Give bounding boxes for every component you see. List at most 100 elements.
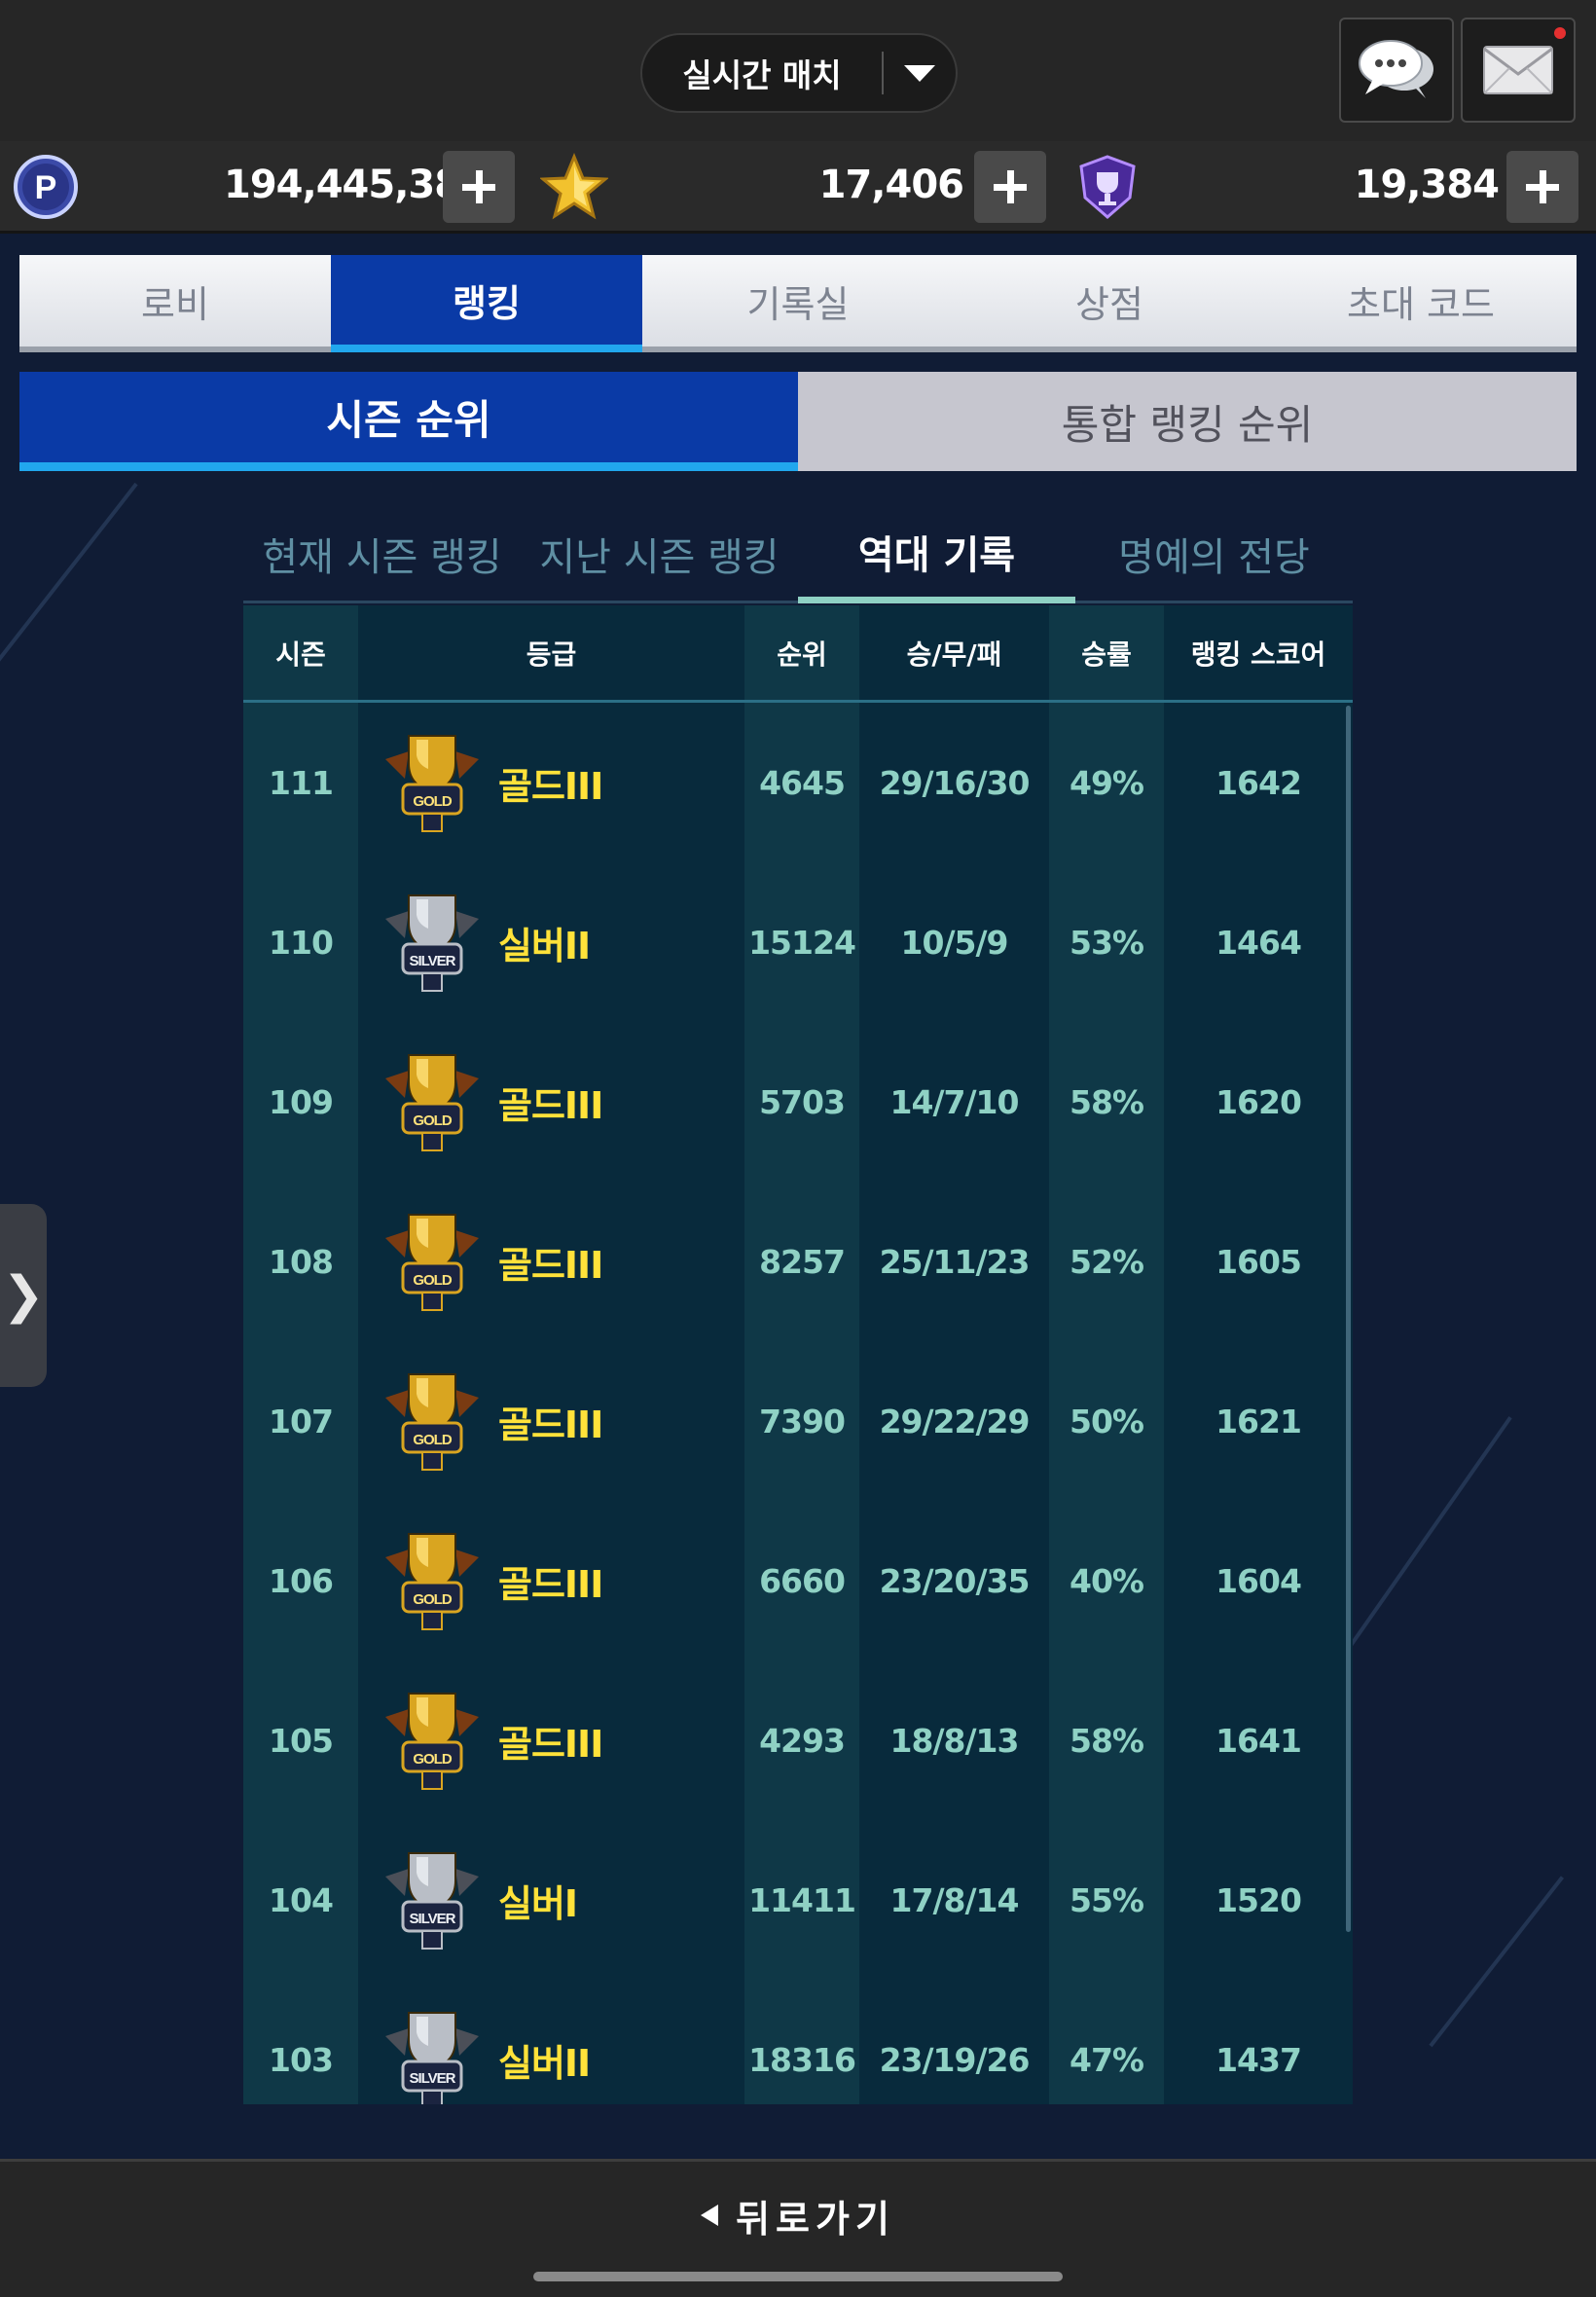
table-row[interactable]: 110 SILVER 실버II 15124 10/5/9 53% 1464	[243, 862, 1353, 1022]
win-draw-loss-cell: 10/5/9	[859, 862, 1049, 1022]
table-scrollbar[interactable]	[1346, 706, 1351, 1932]
add-trophy-button[interactable]	[1506, 151, 1578, 223]
rank-cell: 4645	[744, 703, 859, 862]
rank-cell: 8257	[744, 1182, 859, 1341]
rank-cell: 18316	[744, 1980, 859, 2104]
table-row[interactable]: 104 SILVER 실버I 11411 17/8/14 55% 1520	[243, 1820, 1353, 1980]
tier-badge-icon: GOLD	[380, 1049, 485, 1154]
record-tab[interactable]: 명예의 전당	[1075, 506, 1353, 601]
season-cell: 111	[243, 703, 358, 862]
win-rate-cell: 53%	[1049, 862, 1164, 1022]
svg-text:SILVER: SILVER	[409, 953, 455, 969]
tier-badge-icon: GOLD	[380, 1528, 485, 1633]
win-rate-cell: 50%	[1049, 1341, 1164, 1501]
header-season: 시즌	[243, 605, 358, 700]
win-rate-cell: 40%	[1049, 1501, 1164, 1660]
coin-amount: 194,445,382	[224, 163, 488, 207]
tier-badge-icon: GOLD	[380, 1209, 485, 1314]
table-row[interactable]: 109 GOLD 골드III 5703 14/7/10 58% 1620	[243, 1022, 1353, 1182]
win-draw-loss-cell: 17/8/14	[859, 1820, 1049, 1980]
ranking-score-cell: 1604	[1164, 1501, 1353, 1660]
match-mode-dropdown[interactable]: 실시간 매치	[640, 33, 958, 113]
table-row[interactable]: 107 GOLD 골드III 7390 29/22/29 50% 1621	[243, 1341, 1353, 1501]
header-grade: 등급	[358, 605, 744, 700]
table-body: 111 GOLD 골드III 4645 29/16/30 49% 1642 110 SILVER…	[243, 703, 1353, 2104]
grade-cell: SILVER 실버II	[358, 862, 744, 1022]
ranking-score-cell: 1437	[1164, 1980, 1353, 2104]
svg-text:GOLD: GOLD	[413, 1112, 452, 1129]
notification-dot	[1554, 27, 1566, 39]
main-tab[interactable]: 상점	[954, 255, 1265, 346]
table-row[interactable]: 106 GOLD 골드III 6660 23/20/35 40% 1604	[243, 1501, 1353, 1660]
add-star-button[interactable]	[974, 151, 1046, 223]
ranking-score-cell: 1641	[1164, 1660, 1353, 1820]
background-streak	[1429, 1876, 1565, 2048]
main-tab[interactable]: 기록실	[642, 255, 954, 346]
record-tab[interactable]: 지난 시즌 랭킹	[521, 506, 798, 601]
back-button[interactable]: 뒤로가기	[681, 2181, 915, 2249]
chat-bubbles-icon	[1359, 40, 1433, 98]
rank-cell: 4293	[744, 1660, 859, 1820]
table-header: 시즌 등급 순위 승/무/패 승률 랭킹 스코어	[243, 605, 1353, 703]
grade-name: 골드III	[498, 1243, 603, 1287]
season-history-table[interactable]: 시즌 등급 순위 승/무/패 승률 랭킹 스코어 111 GOLD 골드III 464…	[243, 605, 1353, 2104]
side-drawer-handle[interactable]: ❯	[0, 1204, 47, 1387]
gold-star-icon	[540, 153, 608, 220]
header-rank: 순위	[744, 605, 859, 700]
ranking-sub-tab[interactable]: 시즌 순위	[19, 372, 798, 471]
tier-badge-icon: SILVER	[380, 2007, 485, 2104]
season-cell: 105	[243, 1660, 358, 1820]
add-coin-button[interactable]	[443, 151, 515, 223]
grade-cell: GOLD 골드III	[358, 1660, 744, 1820]
season-cell: 108	[243, 1182, 358, 1341]
grade-cell: GOLD 골드III	[358, 1182, 744, 1341]
mail-button[interactable]	[1461, 18, 1576, 123]
grade-cell: GOLD 골드III	[358, 1341, 744, 1501]
main-tab[interactable]: 랭킹	[331, 255, 642, 352]
main-tab-bar: 로비 랭킹 기록실 상점 초대 코드	[19, 255, 1577, 352]
grade-cell: GOLD 골드III	[358, 1022, 744, 1182]
win-draw-loss-cell: 23/19/26	[859, 1980, 1049, 2104]
svg-text:GOLD: GOLD	[413, 1591, 452, 1608]
star-amount: 17,406	[818, 163, 964, 207]
grade-cell: GOLD 골드III	[358, 1501, 744, 1660]
season-cell: 107	[243, 1341, 358, 1501]
rank-cell: 15124	[744, 862, 859, 1022]
season-cell: 110	[243, 862, 358, 1022]
win-draw-loss-cell: 29/22/29	[859, 1341, 1049, 1501]
home-indicator[interactable]	[533, 2272, 1063, 2281]
tier-badge-icon: GOLD	[380, 1688, 485, 1793]
main-tab[interactable]: 로비	[19, 255, 331, 346]
win-rate-cell: 47%	[1049, 1980, 1164, 2104]
chat-button[interactable]	[1339, 18, 1454, 123]
ranking-score-cell: 1620	[1164, 1022, 1353, 1182]
table-row[interactable]: 108 GOLD 골드III 8257 25/11/23 52% 1605	[243, 1182, 1353, 1341]
season-cell: 109	[243, 1022, 358, 1182]
record-tab[interactable]: 역대 기록	[798, 506, 1075, 603]
table-row[interactable]: 111 GOLD 골드III 4645 29/16/30 49% 1642	[243, 703, 1353, 862]
season-cell: 104	[243, 1820, 358, 1980]
table-row[interactable]: 103 SILVER 실버II 18316 23/19/26 47% 1437	[243, 1980, 1353, 2104]
tier-badge-icon: SILVER	[380, 890, 485, 995]
chevron-right-icon: ❯	[2, 1266, 45, 1325]
svg-text:GOLD: GOLD	[413, 1751, 452, 1768]
table-row[interactable]: 105 GOLD 골드III 4293 18/8/13 58% 1641	[243, 1660, 1353, 1820]
svg-text:SILVER: SILVER	[409, 2070, 455, 2087]
ranking-sub-tab[interactable]: 통합 랭킹 순위	[798, 372, 1577, 471]
win-draw-loss-cell: 23/20/35	[859, 1501, 1049, 1660]
win-draw-loss-cell: 18/8/13	[859, 1660, 1049, 1820]
grade-cell: SILVER 실버II	[358, 1980, 744, 2104]
rank-cell: 11411	[744, 1820, 859, 1980]
ranking-score-cell: 1621	[1164, 1341, 1353, 1501]
svg-text:P: P	[35, 169, 57, 206]
chevron-down-icon[interactable]	[884, 64, 956, 82]
svg-text:GOLD: GOLD	[413, 1272, 452, 1289]
win-rate-cell: 49%	[1049, 703, 1164, 862]
rank-cell: 6660	[744, 1501, 859, 1660]
tier-badge-icon: GOLD	[380, 730, 485, 835]
grade-name: 골드III	[498, 1722, 603, 1766]
win-rate-cell: 52%	[1049, 1182, 1164, 1341]
record-tab[interactable]: 현재 시즌 랭킹	[243, 506, 521, 601]
ranking-score-cell: 1464	[1164, 862, 1353, 1022]
main-tab[interactable]: 초대 코드	[1265, 255, 1577, 346]
